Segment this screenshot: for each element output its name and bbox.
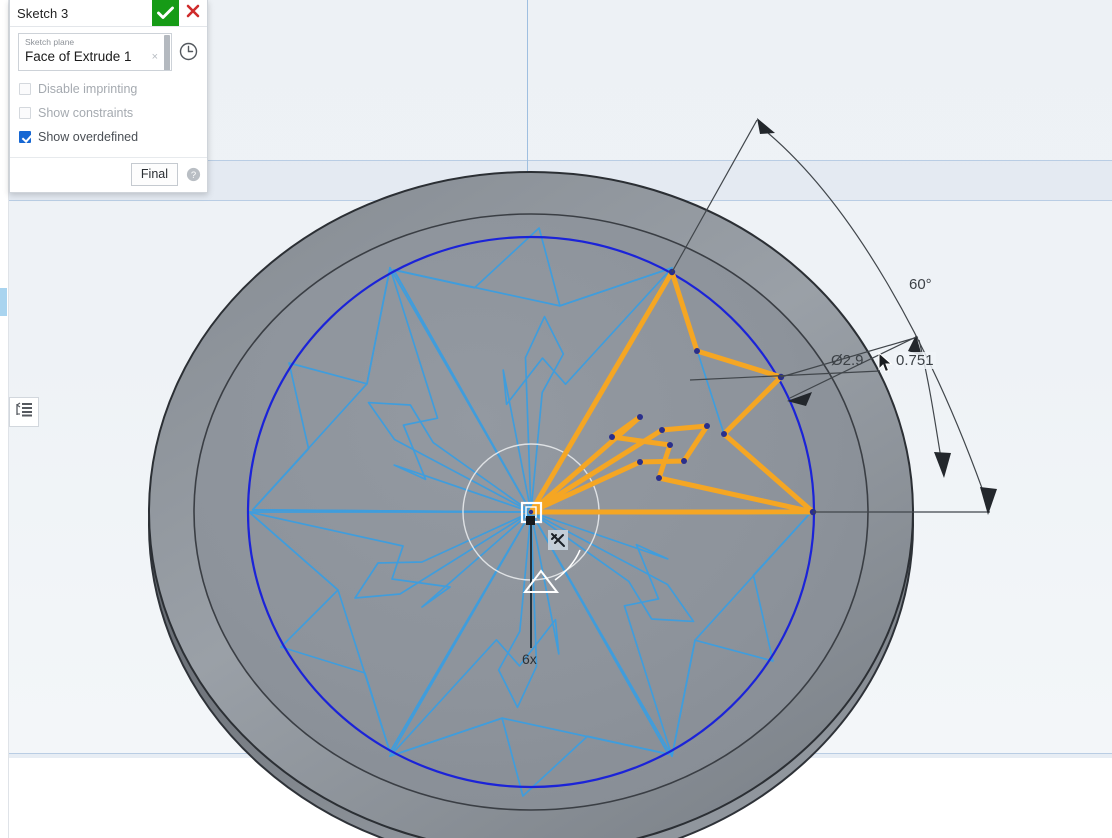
gridline-horizontal-3 [0,753,1112,754]
sketch-plane-label: Sketch plane [25,37,75,47]
clock-history-icon[interactable] [177,40,199,62]
left-rail [0,0,9,838]
viewport-lower-area [0,758,1112,838]
sketch-plane-value: Face of Extrude 1 [25,49,132,64]
angle-dimension-label[interactable]: 60° [907,276,934,293]
cancel-button[interactable] [179,0,207,26]
disable-imprinting-label: Disable imprinting [38,82,138,96]
clear-selection-icon[interactable]: × [152,51,158,63]
question-mark-icon[interactable]: ? [186,167,201,182]
sketch-dialog: Sketch 3 Sketch plane Face of Extrude 1 … [9,0,208,193]
dialog-footer: Final ? [10,157,207,192]
left-rail-highlight [0,288,7,316]
check-icon [157,6,174,20]
show-overdefined-checkbox[interactable] [19,131,31,143]
svg-text:?: ? [191,170,196,181]
dialog-titlebar[interactable]: Sketch 3 [10,0,207,27]
sketch-plane-field[interactable]: Sketch plane Face of Extrude 1 × [18,33,172,71]
feature-list-icon [15,402,33,423]
dialog-body: Sketch plane Face of Extrude 1 × Disable… [10,27,207,153]
pattern-count-label: 6x [522,651,537,667]
option-disable-imprinting[interactable]: Disable imprinting [19,77,199,101]
show-overdefined-label: Show overdefined [38,130,139,144]
close-icon [186,4,200,23]
option-show-overdefined[interactable]: Show overdefined [19,125,199,149]
accept-button[interactable] [152,0,179,26]
gridline-vertical-1 [527,0,528,192]
gridline-horizontal-2 [0,200,1112,201]
option-show-constraints[interactable]: Show constraints [19,101,199,125]
disable-imprinting-checkbox[interactable] [19,83,31,95]
diameter-dimension-label[interactable]: Ø2.9 [829,352,866,369]
feature-list-toggle-button[interactable] [9,397,39,427]
final-button[interactable]: Final [130,163,178,186]
linear-dimension-label[interactable]: 0.751 [894,352,936,369]
show-constraints-label: Show constraints [38,106,134,120]
plane-field-scrollbar[interactable] [164,35,170,70]
dialog-title: Sketch 3 [17,5,69,21]
sketch-plane-row: Sketch plane Face of Extrude 1 × [18,33,199,71]
show-constraints-checkbox[interactable] [19,107,31,119]
application-window: 60° Ø2.9 0.751 6x Sketch 3 Sketch plane … [0,0,1112,838]
